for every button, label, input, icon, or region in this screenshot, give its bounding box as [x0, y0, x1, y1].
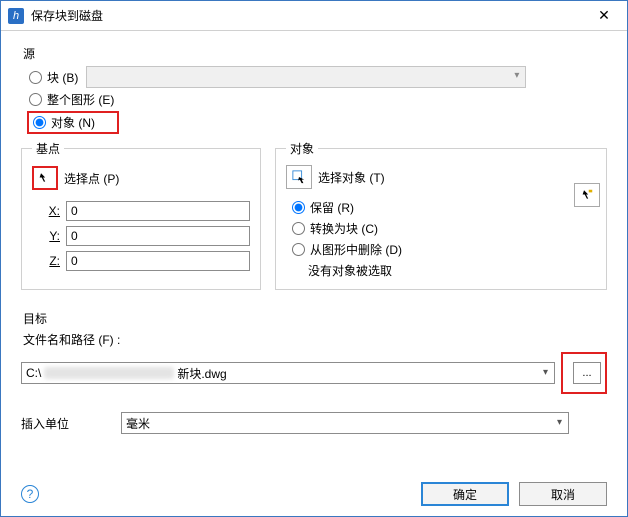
- title-bar: h 保存块到磁盘 ✕: [1, 1, 627, 31]
- radio-delete-label: 从图形中删除 (D): [310, 241, 402, 258]
- y-label: Y:: [32, 229, 60, 243]
- radio-convert-row[interactable]: 转换为块 (C): [290, 220, 596, 237]
- path-prefix: C:\: [26, 366, 41, 380]
- cancel-button[interactable]: 取消: [519, 482, 607, 506]
- select-objects-icon: [292, 170, 306, 184]
- radio-objects-label: 对象 (N): [51, 114, 95, 131]
- app-icon: h: [8, 8, 24, 24]
- x-input[interactable]: [66, 201, 250, 221]
- radio-objects[interactable]: [33, 116, 46, 129]
- radio-delete-row[interactable]: 从图形中删除 (D): [290, 241, 596, 258]
- radio-convert-label: 转换为块 (C): [310, 220, 378, 237]
- close-button[interactable]: ✕: [581, 1, 627, 31]
- radio-block[interactable]: [29, 71, 42, 84]
- z-input[interactable]: [66, 251, 250, 271]
- radio-objects-row[interactable]: 对象 (N): [27, 111, 119, 134]
- path-label: 文件名和路径 (F) :: [23, 331, 607, 348]
- basepoint-fieldset: 基点 选择点 (P) X: Y: Z:: [21, 140, 261, 290]
- block-name-dropdown[interactable]: [86, 66, 526, 88]
- target-label: 目标: [23, 310, 607, 327]
- ok-button[interactable]: 确定: [421, 482, 509, 506]
- window-title: 保存块到磁盘: [31, 7, 103, 24]
- pick-point-button[interactable]: [32, 166, 58, 190]
- browse-button[interactable]: ...: [573, 362, 601, 384]
- x-row: X:: [32, 201, 250, 221]
- pick-point-icon: [37, 171, 51, 185]
- x-label: X:: [32, 204, 60, 218]
- z-label: Z:: [32, 254, 60, 268]
- path-combobox[interactable]: C:\ 新块.dwg: [21, 362, 555, 384]
- z-row: Z:: [32, 251, 250, 271]
- objects-status-text: 没有对象被选取: [308, 262, 596, 279]
- radio-retain[interactable]: [292, 201, 305, 214]
- basepoint-legend: 基点: [32, 140, 64, 157]
- path-suffix: 新块.dwg: [177, 365, 226, 382]
- radio-delete[interactable]: [292, 243, 305, 256]
- source-group: 块 (B) 整个图形 (E) 对象 (N): [21, 66, 607, 134]
- objects-fieldset: 对象 选择对象 (T) 保留 (R) 转换为块 (C): [275, 140, 607, 290]
- select-objects-button[interactable]: [286, 165, 312, 189]
- radio-retain-row[interactable]: 保留 (R): [290, 199, 596, 216]
- quick-select-icon: [580, 188, 594, 202]
- select-objects-label: 选择对象 (T): [318, 169, 385, 186]
- radio-whole-row[interactable]: 整个图形 (E): [27, 91, 607, 108]
- radio-whole-label: 整个图形 (E): [47, 91, 114, 108]
- units-label: 插入单位: [21, 415, 121, 432]
- objects-legend: 对象: [286, 140, 318, 157]
- units-dropdown[interactable]: 毫米: [121, 412, 569, 434]
- help-button[interactable]: ?: [21, 485, 39, 503]
- radio-whole-drawing[interactable]: [29, 93, 42, 106]
- dialog-footer: ? 确定 取消: [1, 482, 627, 506]
- pick-point-label: 选择点 (P): [64, 170, 119, 187]
- source-group-label: 源: [23, 45, 607, 62]
- y-row: Y:: [32, 226, 250, 246]
- radio-retain-label: 保留 (R): [310, 199, 354, 216]
- radio-convert[interactable]: [292, 222, 305, 235]
- units-value: 毫米: [126, 417, 150, 431]
- y-input[interactable]: [66, 226, 250, 246]
- browse-highlight: ...: [561, 352, 607, 394]
- radio-block-label: 块 (B): [47, 69, 78, 86]
- path-blurred: [44, 367, 174, 379]
- quick-select-button[interactable]: [574, 183, 600, 207]
- target-section: 目标 文件名和路径 (F) : C:\ 新块.dwg ... 插入单位 毫米: [21, 310, 607, 434]
- radio-block-row[interactable]: 块 (B): [27, 66, 607, 88]
